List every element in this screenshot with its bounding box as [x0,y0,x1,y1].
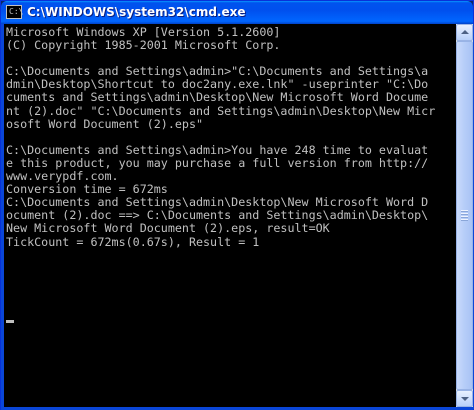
window-title: C:\WINDOWS\system32\cmd.exe [27,5,246,19]
grip-icon [461,216,468,218]
text-cursor [6,320,14,323]
scroll-up-button[interactable] [456,24,473,41]
console-line: nt (2).doc" "C:\Documents and Settings\a… [6,103,436,118]
console-prompt-glyph: C:\ [9,7,24,16]
console-line: cuments and Settings\admin\Desktop\New M… [6,90,429,105]
arrow-down-icon [461,397,469,401]
console-line: TickCount = 672ms(0.67s), Result = 1 [6,234,260,249]
console-output: Microsoft Windows XP [Version 5.1.2600](… [6,26,456,262]
title-bar[interactable]: C:\ C:\WINDOWS\system32\cmd.exe [1,1,473,24]
grip-icon [461,219,468,221]
arrow-up-icon [461,30,469,34]
grip-icon [461,213,468,215]
cmd-window: C:\ C:\WINDOWS\system32\cmd.exe Microsof… [0,0,474,410]
console-line: C:\Documents and Settings\admin>You have… [6,142,429,157]
console-icon[interactable]: C:\ [6,5,24,19]
vertical-scrollbar[interactable] [456,24,473,407]
console-area[interactable]: Microsoft Windows XP [Version 5.1.2600](… [4,24,456,407]
console-line: osoft Word Document (2).eps" [6,116,204,131]
scroll-thumb[interactable] [456,41,473,390]
grip-icon [461,210,468,212]
console-line: (C) Copyright 1985-2001 Microsoft Corp. [6,38,281,53]
console-line: New Microsoft Word Document (2).eps, res… [6,221,330,236]
scroll-down-button[interactable] [456,390,473,407]
